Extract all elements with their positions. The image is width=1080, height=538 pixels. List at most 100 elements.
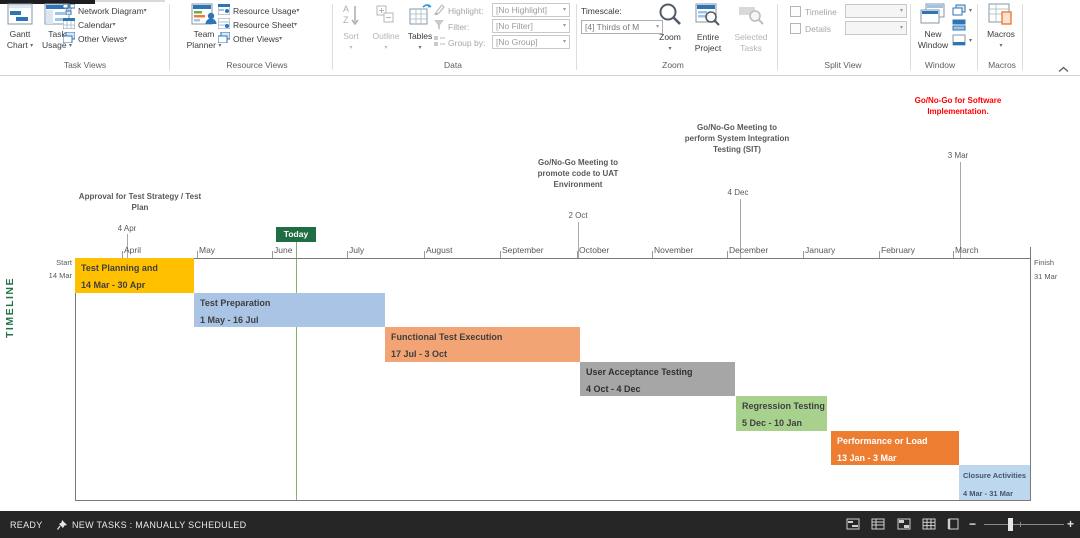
zoom-label: Zoom bbox=[659, 32, 681, 42]
bar-title: Functional Test Execution bbox=[391, 332, 578, 342]
timescale-dropdown[interactable]: [4] Thirds of M▾ bbox=[581, 20, 663, 34]
highlight-dropdown[interactable]: [No Highlight]▾ bbox=[492, 3, 570, 17]
today-badge: Today bbox=[276, 227, 316, 242]
filter-dropdown[interactable]: [No Filter]▾ bbox=[492, 19, 570, 33]
status-new-tasks[interactable]: NEW TASKS : MANUALLY SCHEDULED bbox=[72, 520, 246, 530]
bar-title: Performance or Load bbox=[837, 436, 957, 446]
milestone-label[interactable]: Go/No-Go Meeting to perform System Integ… bbox=[682, 122, 792, 155]
timescale-label-row: Timescale: bbox=[581, 4, 622, 17]
network-diagram-icon bbox=[63, 4, 75, 17]
timeline-bar-performance[interactable]: Performance or Load 13 Jan - 3 Mar bbox=[831, 431, 959, 465]
zoom-slider-midtick bbox=[1020, 522, 1021, 527]
bar-dates: 13 Jan - 3 Mar bbox=[837, 453, 957, 463]
timeline-pane-label: TIMELINE bbox=[4, 262, 16, 354]
timeline-bar-test-planning[interactable]: Test Planning and 14 Mar - 30 Apr bbox=[75, 258, 194, 293]
group-separator bbox=[576, 4, 577, 70]
month-label: January bbox=[805, 245, 835, 255]
milestone-label[interactable]: Approval for Test Strategy / Test Plan bbox=[75, 191, 205, 213]
other-views-button[interactable]: Other Views▾ bbox=[63, 32, 127, 45]
month-tick bbox=[500, 251, 501, 258]
switch-windows-button[interactable]: ▾ bbox=[952, 4, 972, 17]
tables-button[interactable]: Tables▾ bbox=[404, 3, 436, 54]
month-tick bbox=[577, 251, 578, 258]
macros-button[interactable]: Macros ▾ bbox=[982, 3, 1020, 52]
sheet-view-shortcut-icon[interactable] bbox=[922, 518, 936, 532]
month-label: August bbox=[426, 245, 452, 255]
calendar-button[interactable]: Calendar▾ bbox=[63, 18, 116, 31]
outline-button[interactable]: Outline▾ bbox=[368, 3, 404, 54]
zoom-slider-handle[interactable] bbox=[1008, 518, 1013, 531]
gantt-chart-button[interactable]: Gantt Chart ▾ bbox=[2, 3, 38, 52]
month-label: December bbox=[729, 245, 768, 255]
entire-project-button[interactable]: Entire Project bbox=[688, 2, 728, 54]
chevron-down-icon: ▾ bbox=[999, 43, 1002, 49]
bar-dates: 1 May - 16 Jul bbox=[200, 315, 383, 325]
gantt-view-shortcut-icon[interactable] bbox=[846, 518, 860, 532]
sort-icon: AZ bbox=[336, 3, 366, 30]
timeline-bar-closure[interactable]: Closure Activities 4 Mar - 31 Mar bbox=[959, 465, 1030, 500]
details-checkbox[interactable] bbox=[790, 23, 801, 34]
calendar-icon bbox=[63, 18, 75, 31]
sort-button[interactable]: AZ Sort▾ bbox=[336, 3, 366, 54]
month-tick bbox=[272, 251, 273, 258]
milestone-label[interactable]: Go/No-Go Meeting to promote code to UAT … bbox=[523, 157, 633, 190]
group-by-dropdown[interactable]: [No Group]▾ bbox=[492, 35, 570, 49]
milestone-date: 3 Mar bbox=[938, 151, 978, 160]
timeline-checkbox[interactable] bbox=[790, 6, 801, 17]
zoom-button[interactable]: Zoom▾ bbox=[652, 2, 688, 55]
selected-tasks-button[interactable]: Selected Tasks bbox=[730, 2, 772, 54]
gantt-chart-label2: Chart bbox=[7, 40, 28, 50]
chevron-down-icon: ▾ bbox=[30, 43, 33, 49]
bar-dates: 4 Mar - 31 Mar bbox=[963, 489, 1029, 499]
chevron-down-icon: ▾ bbox=[900, 22, 903, 34]
timeline-bar-test-preparation[interactable]: Test Preparation 1 May - 16 Jul bbox=[194, 293, 385, 327]
chevron-down-icon: ▾ bbox=[294, 21, 297, 28]
svg-text:A: A bbox=[343, 4, 349, 14]
resource-sheet-button[interactable]: Resource Sheet▾ bbox=[218, 18, 297, 31]
zoom-slider-track[interactable] bbox=[984, 524, 1064, 525]
bar-dates: 14 Mar - 30 Apr bbox=[81, 280, 192, 290]
finish-label: Finish bbox=[1034, 258, 1054, 267]
bar-title: Regression Testing bbox=[742, 401, 825, 411]
bar-dates: 5 Dec - 10 Jan bbox=[742, 418, 825, 428]
milestone-label[interactable]: Go/No-Go for Software Implementation. bbox=[908, 95, 1008, 117]
collapse-ribbon-button[interactable] bbox=[1058, 60, 1069, 78]
zoom-out-button[interactable]: − bbox=[969, 517, 976, 531]
highlight-label: Highlight: bbox=[448, 6, 483, 16]
month-label: November bbox=[654, 245, 693, 255]
resource-other-views-button[interactable]: Other Views▾ bbox=[218, 32, 282, 45]
month-label: September bbox=[502, 245, 544, 255]
resource-usage-icon bbox=[218, 4, 230, 17]
group-by-label: Group by: bbox=[448, 38, 485, 48]
chevron-down-icon: ▾ bbox=[144, 7, 147, 14]
group-label-macros: Macros bbox=[967, 60, 1037, 70]
resource-sheet-icon bbox=[218, 18, 230, 31]
chevron-down-icon: ▾ bbox=[563, 36, 566, 48]
entire-project-icon bbox=[688, 2, 728, 31]
other-views-icon bbox=[218, 32, 230, 45]
month-label: May bbox=[199, 245, 215, 255]
details-view-dropdown[interactable]: ▾ bbox=[845, 21, 907, 35]
group-label-split-view: Split View bbox=[798, 60, 888, 70]
hide-window-button[interactable]: ▾ bbox=[952, 34, 972, 47]
group-label-zoom: Zoom bbox=[638, 60, 708, 70]
start-date: 14 Mar bbox=[38, 271, 72, 280]
timeline-bar-functional-test[interactable]: Functional Test Execution 17 Jul - 3 Oct bbox=[385, 327, 580, 362]
entire-project-label: Entire bbox=[697, 32, 719, 42]
arrange-all-button[interactable] bbox=[952, 19, 969, 32]
timeline-bar-uat[interactable]: User Acceptance Testing 4 Oct - 4 Dec bbox=[580, 362, 735, 396]
finish-date: 31 Mar bbox=[1034, 272, 1057, 281]
task-usage-view-shortcut-icon[interactable] bbox=[871, 518, 885, 532]
timeline-view-dropdown[interactable]: ▾ bbox=[845, 4, 907, 18]
outline-icon bbox=[368, 3, 404, 30]
new-window-button[interactable]: New Window bbox=[914, 3, 952, 51]
ribbon: Gantt Chart ▾ Task Usage ▾ Network Diagr… bbox=[0, 0, 1080, 76]
timeline-bar-regression[interactable]: Regression Testing 5 Dec - 10 Jan bbox=[736, 396, 827, 431]
resource-sheet-label: Resource Sheet bbox=[233, 20, 294, 30]
macros-label: Macros bbox=[987, 29, 1015, 39]
team-planner-view-shortcut-icon[interactable] bbox=[897, 518, 911, 532]
report-view-shortcut-icon[interactable] bbox=[947, 518, 959, 532]
resource-usage-button[interactable]: Resource Usage▾ bbox=[218, 4, 299, 17]
zoom-in-button[interactable]: + bbox=[1067, 517, 1074, 531]
network-diagram-button[interactable]: Network Diagram▾ bbox=[63, 4, 147, 17]
